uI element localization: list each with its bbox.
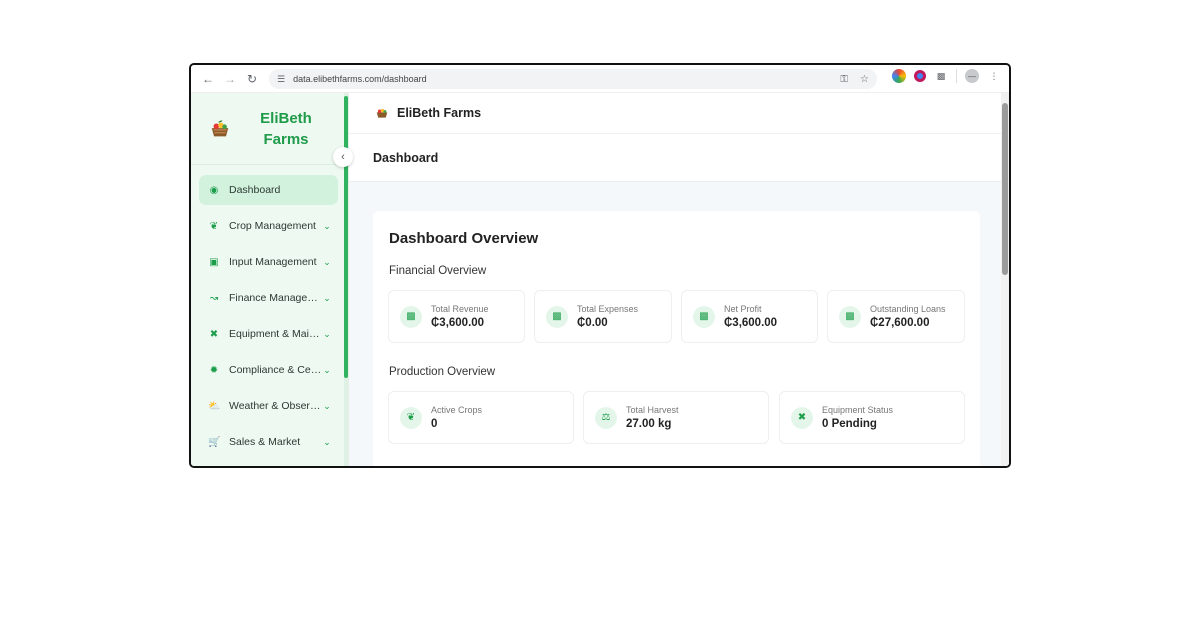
- password-key-icon[interactable]: ⚿: [840, 74, 848, 85]
- palette-icon: ◉: [209, 184, 219, 196]
- cash-icon: ▩: [546, 305, 568, 328]
- stat-card-total-harvest: ⚖ Total Harvest 27.00 kg: [583, 391, 769, 444]
- address-bar[interactable]: ☰ data.elibethfarms.com/dashboard ⚿ ☆: [269, 69, 877, 89]
- weather-icon: ⛅: [208, 400, 221, 412]
- browser-window: ← → ↻ ☰ data.elibethfarms.com/dashboard …: [189, 63, 1011, 468]
- toolbar-divider: [956, 69, 957, 83]
- sidebar-item-label: Crop Management: [229, 220, 316, 232]
- sidebar-brand[interactable]: EliBeth Farms: [191, 93, 348, 165]
- dashboard-overview-card: Dashboard Overview Financial Overview ▩ …: [373, 211, 980, 466]
- sidebar-item-crop-management[interactable]: ❦ Crop Management ⌄: [199, 211, 338, 241]
- app-title: EliBeth Farms: [397, 106, 482, 120]
- cash-icon: ▩: [693, 305, 715, 328]
- stat-label: Total Expenses: [577, 304, 639, 314]
- stat-value: 0: [431, 418, 438, 430]
- browser-toolbar: ← → ↻ ☰ data.elibethfarms.com/dashboard …: [191, 65, 1009, 93]
- financial-overview-title: Financial Overview: [389, 265, 487, 277]
- stat-card-outstanding-loans: ▩ Outstanding Loans ₵27,600.00: [827, 290, 965, 343]
- sprout-icon: ❦: [209, 220, 219, 232]
- stat-label: Net Profit: [724, 304, 762, 314]
- sidebar-item-finance-management[interactable]: ↝ Finance Manageme… ⌄: [199, 283, 338, 313]
- chevron-down-icon[interactable]: ⌄: [322, 365, 332, 376]
- sidebar-item-label: Input Management: [229, 256, 317, 268]
- stat-card-equipment-status: ✖ Equipment Status 0 Pending: [779, 391, 965, 444]
- bookmark-star-icon[interactable]: ☆: [860, 74, 869, 85]
- chevron-down-icon[interactable]: ⌄: [322, 221, 332, 232]
- sidebar-scrollbar[interactable]: [344, 96, 348, 378]
- stat-card-total-revenue: ▩ Total Revenue ₵3,600.00: [388, 290, 525, 343]
- chevron-down-icon[interactable]: ⌄: [322, 293, 332, 304]
- production-overview-title: Production Overview: [389, 366, 496, 378]
- sidebar-item-compliance[interactable]: ✹ Compliance & Certi… ⌄: [199, 355, 338, 385]
- extensions-puzzle-icon[interactable]: ▩: [934, 69, 948, 83]
- stat-value: ₵3,600.00: [724, 317, 778, 329]
- scale-icon: ⚖: [595, 406, 617, 429]
- extension-colorful-icon[interactable]: [892, 69, 906, 83]
- cash-icon: ▩: [839, 305, 861, 328]
- farm-basket-logo-icon: [211, 120, 229, 136]
- stat-value: ₵3,600.00: [431, 317, 485, 329]
- stat-value: ₵27,600.00: [870, 317, 930, 329]
- stat-value: ₵0.00: [577, 317, 608, 329]
- sidebar-item-label: Equipment & Maint…: [229, 328, 322, 340]
- sidebar-item-label: Dashboard: [229, 184, 281, 196]
- stat-value: 27.00 kg: [626, 418, 672, 430]
- brand-name: EliBeth Farms: [260, 109, 312, 148]
- stat-label: Total Harvest: [626, 405, 679, 415]
- farm-basket-logo-icon: [376, 108, 388, 118]
- url-text[interactable]: data.elibethfarms.com/dashboard: [293, 74, 828, 84]
- app-area: EliBeth Farms ‹ ◉ Dashboard ❦ Crop Manag…: [191, 93, 1009, 466]
- sidebar-item-label: Compliance & Certi…: [229, 364, 322, 376]
- tools-icon: ✖: [791, 406, 813, 429]
- badge-icon: ✹: [209, 364, 219, 376]
- sidebar-item-label: Sales & Market: [229, 436, 301, 448]
- sidebar-item-weather[interactable]: ⛅ Weather & Observa… ⌄: [199, 391, 338, 421]
- stat-value: 0 Pending: [822, 418, 877, 430]
- cart-icon: 🛒: [208, 436, 221, 448]
- stat-card-net-profit: ▩ Net Profit ₵3,600.00: [681, 290, 818, 343]
- page-title: Dashboard: [373, 150, 439, 165]
- sidebar-item-dashboard[interactable]: ◉ Dashboard: [199, 175, 338, 205]
- chevron-down-icon[interactable]: ⌄: [322, 257, 332, 268]
- main-content: EliBeth Farms Dashboard Dashboard Overvi…: [349, 93, 1009, 466]
- sidebar-item-sales-market[interactable]: 🛒 Sales & Market ⌄: [199, 427, 338, 457]
- page-header: Dashboard: [349, 134, 1009, 182]
- stat-card-total-expenses: ▩ Total Expenses ₵0.00: [534, 290, 672, 343]
- chevron-down-icon[interactable]: ⌄: [322, 401, 332, 412]
- calendar-icon: ▣: [209, 256, 219, 268]
- overview-title: Dashboard Overview: [389, 230, 539, 247]
- forward-icon[interactable]: →: [219, 68, 241, 90]
- tools-icon: ✖: [209, 328, 219, 340]
- stat-label: Total Revenue: [431, 304, 489, 314]
- reload-icon[interactable]: ↻: [241, 68, 263, 90]
- sprout-icon: ❦: [400, 406, 422, 429]
- sidebar-item-label: Finance Manageme…: [229, 292, 322, 304]
- stat-label: Active Crops: [431, 405, 483, 415]
- sidebar-collapse-button[interactable]: ‹: [333, 147, 353, 167]
- sidebar-item-equipment[interactable]: ✖ Equipment & Maint… ⌄: [199, 319, 338, 349]
- cash-icon: ▩: [400, 305, 422, 328]
- sidebar-nav: ◉ Dashboard ❦ Crop Management ⌄ ▣ Input …: [191, 165, 348, 457]
- main-scrollbar[interactable]: [1002, 103, 1008, 275]
- site-settings-icon[interactable]: ☰: [277, 74, 285, 85]
- stat-label: Outstanding Loans: [870, 304, 946, 314]
- profile-avatar-icon[interactable]: —: [965, 69, 979, 83]
- chart-line-icon: ↝: [209, 292, 219, 304]
- chevron-down-icon[interactable]: ⌄: [322, 437, 332, 448]
- extension-ring-icon[interactable]: [914, 70, 926, 82]
- sidebar-item-input-management[interactable]: ▣ Input Management ⌄: [199, 247, 338, 277]
- top-header: EliBeth Farms: [349, 93, 1009, 134]
- sidebar-item-label: Weather & Observa…: [229, 400, 322, 412]
- browser-menu-icon[interactable]: ⋮: [987, 69, 1001, 83]
- back-icon[interactable]: ←: [197, 68, 219, 90]
- sidebar: EliBeth Farms ‹ ◉ Dashboard ❦ Crop Manag…: [191, 93, 353, 466]
- stat-label: Equipment Status: [822, 405, 894, 415]
- stat-card-active-crops: ❦ Active Crops 0: [388, 391, 574, 444]
- chevron-down-icon[interactable]: ⌄: [322, 329, 332, 340]
